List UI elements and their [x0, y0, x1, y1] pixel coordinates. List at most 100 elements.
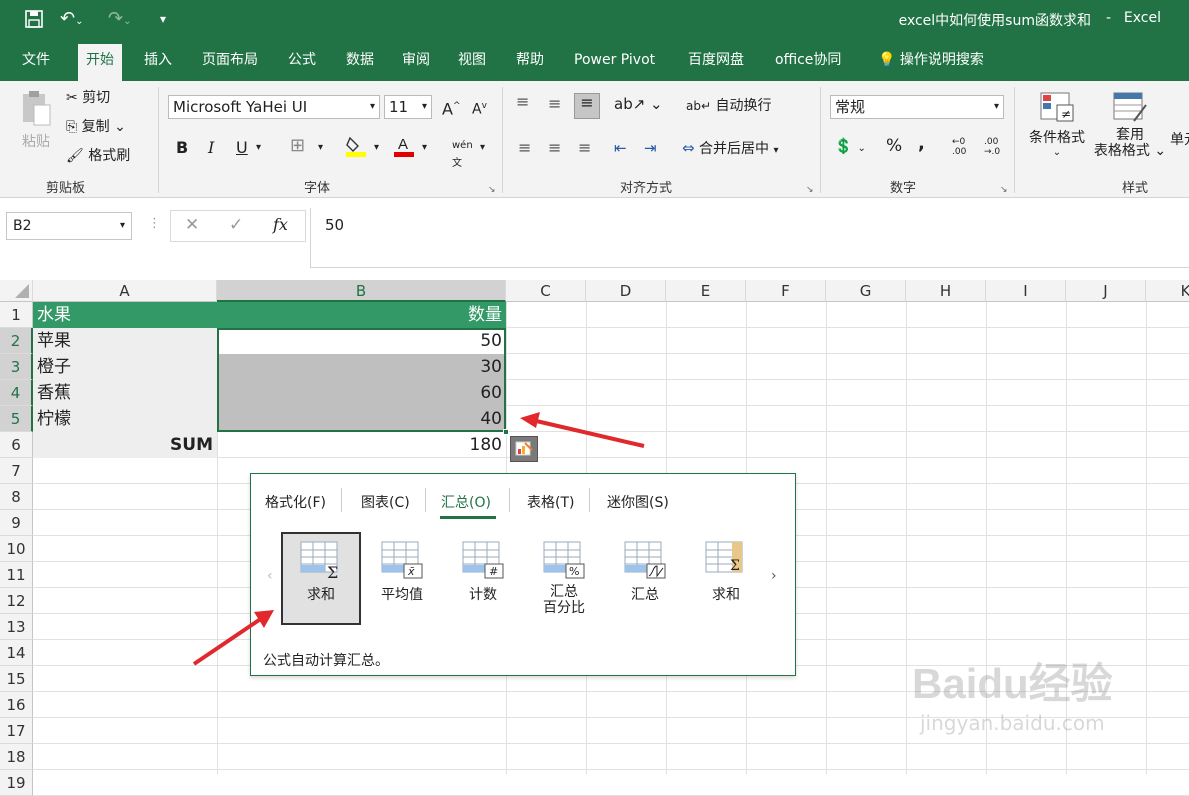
col-header-d[interactable]: D: [586, 280, 666, 302]
tab-tables[interactable]: 表格(T): [527, 492, 574, 512]
number-launcher-icon[interactable]: ↘: [1000, 181, 1008, 199]
totals-sum-column-button[interactable]: Σ 求和: [686, 534, 766, 604]
col-header-c[interactable]: C: [506, 280, 586, 302]
totals-count-button[interactable]: # 计数: [443, 534, 523, 604]
decrease-decimal-icon[interactable]: .00 →.0: [984, 137, 1000, 157]
grow-font-button[interactable]: A^: [442, 97, 461, 118]
number-format-select[interactable]: 常规 ▾: [830, 95, 1004, 119]
font-size-select[interactable]: 11 ▾: [384, 95, 432, 119]
customize-qat-icon[interactable]: ▾: [160, 9, 166, 29]
row-header-7[interactable]: 7: [0, 458, 33, 484]
row-header-16[interactable]: 16: [0, 692, 33, 718]
tab-formatting[interactable]: 格式化(F): [265, 492, 326, 512]
fill-color-dropdown[interactable]: ▾: [374, 139, 379, 157]
row-header-5[interactable]: 5: [0, 406, 33, 432]
cut-button[interactable]: ✂ 剪切: [66, 89, 110, 107]
col-header-g[interactable]: G: [826, 280, 906, 302]
next-arrow-icon[interactable]: ›: [771, 568, 777, 584]
paste-button[interactable]: 粘贴: [16, 89, 56, 151]
shrink-font-button[interactable]: Av: [472, 97, 487, 119]
phonetic-icon[interactable]: wén 文: [452, 137, 473, 173]
percent-button[interactable]: %: [886, 137, 902, 155]
tab-review[interactable]: 审阅: [394, 40, 438, 81]
tab-insert[interactable]: 插入: [136, 40, 180, 81]
underline-button[interactable]: U: [236, 139, 248, 157]
cell-a2[interactable]: 苹果: [33, 328, 217, 354]
tab-totals[interactable]: 汇总(O): [441, 492, 491, 512]
format-painter-button[interactable]: 🖌 格式刷: [66, 147, 130, 165]
font-color-dropdown[interactable]: ▾: [422, 139, 427, 157]
col-header-k[interactable]: K: [1146, 280, 1189, 302]
increase-decimal-icon[interactable]: ←0.00: [952, 137, 966, 157]
row-header-1[interactable]: 1: [0, 302, 33, 328]
tab-formulas[interactable]: 公式: [280, 40, 324, 81]
row-header-13[interactable]: 13: [0, 614, 33, 640]
alignment-launcher-icon[interactable]: ↘: [806, 181, 814, 199]
cell-a5[interactable]: 柠檬: [33, 406, 217, 432]
prev-arrow-icon[interactable]: ‹: [267, 568, 273, 584]
border-dropdown[interactable]: ▾: [318, 139, 323, 157]
currency-icon[interactable]: 💲 ⌄: [834, 137, 866, 158]
cell-a4[interactable]: 香蕉: [33, 380, 217, 406]
font-launcher-icon[interactable]: ↘: [488, 181, 496, 199]
wrap-text-button[interactable]: ab↵ 自动换行: [686, 97, 771, 115]
col-header-j[interactable]: J: [1066, 280, 1146, 302]
align-left-icon[interactable]: ≡: [518, 139, 531, 157]
redo-icon[interactable]: ↷⌄: [108, 9, 131, 32]
row-header-10[interactable]: 10: [0, 536, 33, 562]
undo-icon[interactable]: ↶⌄: [60, 9, 83, 32]
tab-charts[interactable]: 图表(C): [361, 492, 410, 512]
underline-dropdown[interactable]: ▾: [256, 139, 261, 157]
merge-center-button[interactable]: ⇔ 合并后居中 ▾: [682, 139, 779, 160]
tab-help[interactable]: 帮助: [508, 40, 552, 81]
row-header-12[interactable]: 12: [0, 588, 33, 614]
align-center-icon[interactable]: ≡: [548, 139, 561, 157]
row-header-6[interactable]: 6: [0, 432, 33, 458]
row-header-17[interactable]: 17: [0, 718, 33, 744]
orientation-icon[interactable]: ab↗ ⌄: [614, 95, 663, 113]
tab-view[interactable]: 视图: [450, 40, 494, 81]
cell-styles-button[interactable]: 单元: [1170, 131, 1189, 149]
row-header-15[interactable]: 15: [0, 666, 33, 692]
border-icon[interactable]: ⊞: [290, 137, 305, 155]
tab-page-layout[interactable]: 页面布局: [194, 40, 266, 81]
col-header-a[interactable]: A: [33, 280, 217, 302]
tab-power-pivot[interactable]: Power Pivot: [566, 40, 663, 81]
row-header-8[interactable]: 8: [0, 484, 33, 510]
cell-b1[interactable]: 数量: [217, 302, 506, 328]
conditional-format-button[interactable]: ≠ 条件格式 ⌄: [1024, 91, 1090, 158]
insert-function-icon[interactable]: fx: [273, 215, 288, 234]
cell-a3[interactable]: 橙子: [33, 354, 217, 380]
select-all-corner[interactable]: [0, 280, 33, 302]
name-box[interactable]: B2 ▾: [6, 212, 132, 240]
cancel-icon[interactable]: ✕: [185, 215, 199, 235]
col-header-b[interactable]: B: [217, 280, 506, 302]
tab-file[interactable]: 文件: [14, 40, 58, 81]
align-right-icon[interactable]: ≡: [578, 139, 591, 157]
copy-button[interactable]: ⎘ 复制 ⌄: [66, 118, 126, 136]
align-top-icon[interactable]: ≡: [516, 93, 529, 111]
save-icon[interactable]: [24, 9, 44, 34]
row-header-4[interactable]: 4: [0, 380, 33, 406]
totals-sum-button[interactable]: Σ 求和: [281, 532, 361, 625]
cell-b5[interactable]: 40: [217, 406, 506, 432]
cell-b4[interactable]: 60: [217, 380, 506, 406]
row-header-18[interactable]: 18: [0, 744, 33, 770]
tab-home[interactable]: 开始: [78, 44, 122, 81]
font-name-select[interactable]: Microsoft YaHei UI ▾: [168, 95, 380, 119]
font-color-button[interactable]: A: [394, 135, 414, 162]
decrease-indent-icon[interactable]: ⇤: [614, 139, 627, 157]
cell-b3[interactable]: 30: [217, 354, 506, 380]
col-header-e[interactable]: E: [666, 280, 746, 302]
increase-indent-icon[interactable]: ⇥: [644, 139, 657, 157]
tab-sparklines[interactable]: 迷你图(S): [607, 492, 669, 512]
align-bottom-icon[interactable]: ≡: [574, 93, 600, 119]
row-header-14[interactable]: 14: [0, 640, 33, 666]
row-header-2[interactable]: 2: [0, 328, 33, 354]
italic-button[interactable]: I: [208, 139, 214, 157]
col-header-i[interactable]: I: [986, 280, 1066, 302]
cell-b6[interactable]: 180: [217, 432, 506, 458]
totals-percent-button[interactable]: % 汇总 百分比: [524, 534, 604, 616]
tab-baidu-netdisk[interactable]: 百度网盘: [680, 40, 752, 81]
align-middle-icon[interactable]: ≡: [548, 95, 561, 113]
